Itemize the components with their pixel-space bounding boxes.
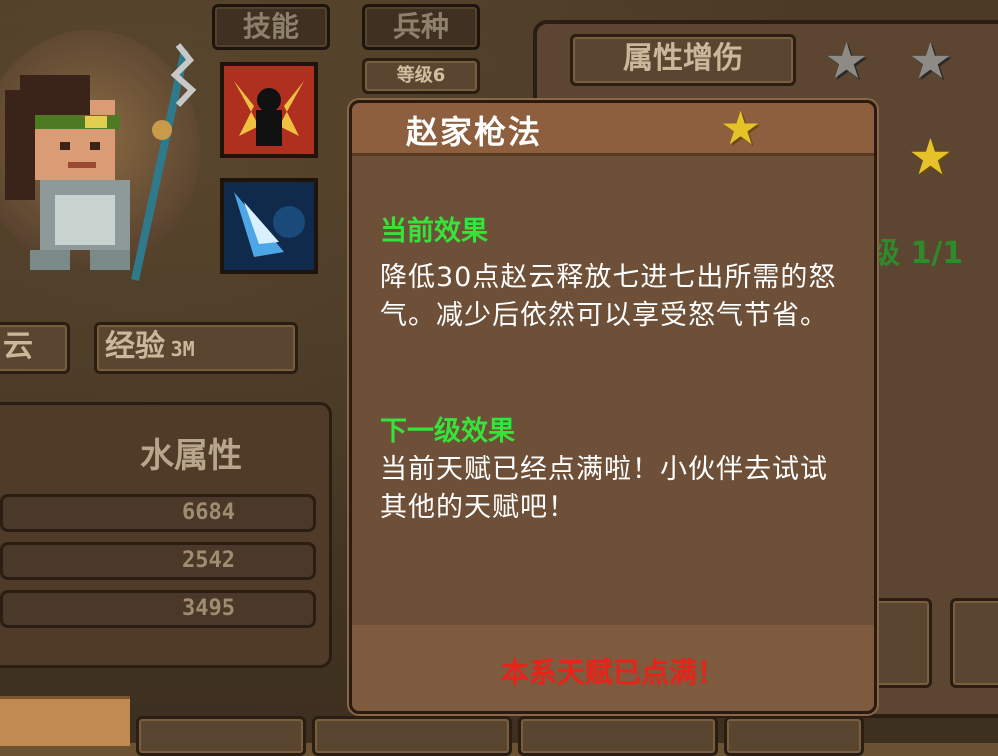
bottom-slot[interactable] [136, 716, 306, 756]
element-header: 水属性 [140, 436, 242, 476]
star-icon: ★ [908, 32, 953, 90]
stat-row: 6684 [0, 494, 316, 532]
bottom-slot[interactable] [724, 716, 864, 756]
level-progress: 级 1/1 [870, 236, 964, 271]
tab-skill[interactable]: 技能 [212, 4, 330, 50]
exp-label: 经验 [105, 329, 165, 364]
bottom-slot[interactable] [518, 716, 718, 756]
stat-row: 3495 [0, 590, 316, 628]
hero-name: 云 [0, 322, 70, 374]
skill-slot-1[interactable] [220, 62, 318, 158]
exp-box: 经验 3M [94, 322, 298, 374]
bottom-plank [0, 696, 130, 746]
stat-row: 2542 [0, 542, 316, 580]
tab-troop[interactable]: 兵种 [362, 4, 480, 50]
exp-value: 3M [170, 337, 195, 361]
skill-tooltip: 赵家枪法 ★ 当前效果 降低30点赵云释放七进七出所需的怒气。减少后依然可以享受… [349, 100, 877, 714]
silhouette-skill-icon [224, 66, 314, 154]
water-skill-icon [224, 182, 314, 270]
next-effect-label: 下一级效果 [380, 416, 515, 447]
star-icon: ★ [720, 101, 762, 155]
maxed-notice: 本系天赋已点满！ [500, 656, 725, 689]
current-effect-label: 当前效果 [380, 216, 488, 247]
star-icon: ★ [824, 32, 869, 90]
current-effect-text: 降低30点赵云释放七进七出所需的怒气。减少后依然可以享受怒气节省。 [380, 262, 837, 331]
right-button-2[interactable] [950, 598, 998, 688]
tooltip-title: 赵家枪法 [406, 113, 543, 151]
hero-portrait[interactable] [0, 20, 210, 300]
attr-tab[interactable]: 属性增伤 [570, 34, 796, 86]
star-icon: ★ [908, 128, 953, 186]
next-effect-text: 当前天赋已经点满啦！小伙伴去试试其他的天赋吧！ [380, 454, 828, 523]
skill-slot-2[interactable] [220, 178, 318, 274]
level-badge: 等级6 [362, 58, 480, 94]
bottom-slot[interactable] [312, 716, 512, 756]
